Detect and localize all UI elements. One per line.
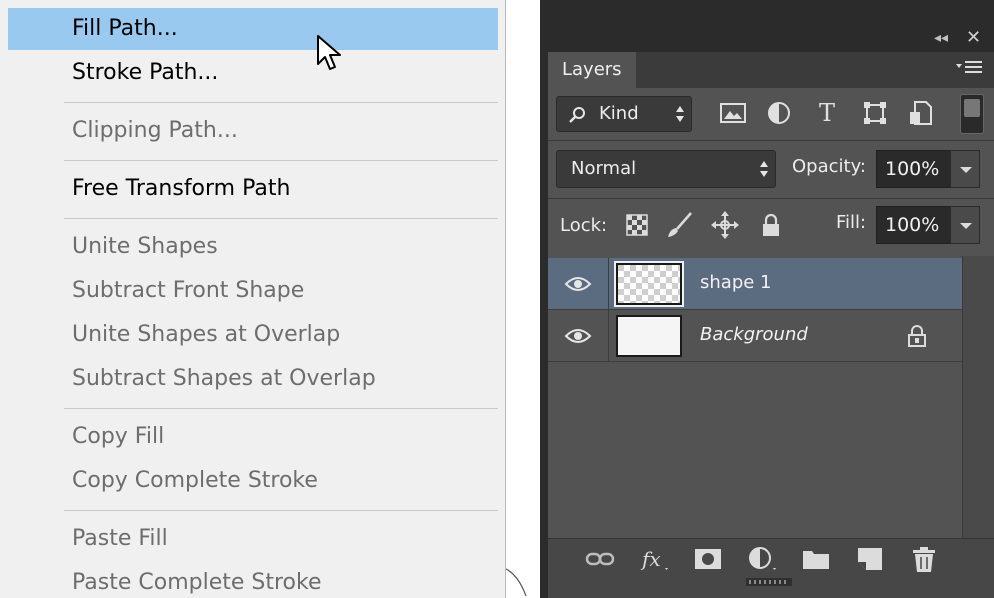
panel-title-bar[interactable] <box>548 24 994 52</box>
opacity-dropdown-button[interactable] <box>950 150 980 188</box>
fill-label: Fill: <box>836 212 867 233</box>
layer-row-background[interactable]: Background <box>548 310 962 362</box>
filter-kind-select[interactable]: Kind <box>556 96 692 132</box>
opacity-input[interactable]: 100% <box>876 150 952 188</box>
menu-separator <box>64 218 498 219</box>
new-layer-icon[interactable] <box>854 544 886 574</box>
link-layers-icon[interactable] <box>584 544 616 574</box>
lock-image-pixels-icon[interactable] <box>664 210 694 240</box>
new-group-icon[interactable] <box>800 544 832 574</box>
menu-item-unite-shapes: Unite Shapes <box>72 234 218 259</box>
menu-separator <box>64 510 498 511</box>
filter-toggle-knob <box>964 99 980 117</box>
menu-item-copy-complete-stroke: Copy Complete Stroke <box>72 468 318 493</box>
blend-mode-select[interactable]: Normal <box>556 150 776 188</box>
panel-divider <box>548 198 994 199</box>
path-context-menu: Fill Path... Stroke Path... Clipping Pat… <box>0 0 506 598</box>
panel-menu-icon[interactable] <box>954 58 984 78</box>
mouse-pointer-icon <box>317 35 341 70</box>
fill-input[interactable]: 100% <box>876 206 952 244</box>
menu-item-clipping-path: Clipping Path... <box>72 118 238 143</box>
menu-item-paste-fill: Paste Fill <box>72 526 168 551</box>
search-icon <box>569 107 585 123</box>
add-mask-icon[interactable] <box>692 544 724 574</box>
smart-object-filter-icon[interactable] <box>906 98 936 128</box>
up-down-arrows-icon <box>760 161 768 177</box>
menu-item-fill-path[interactable]: Fill Path... <box>8 8 498 50</box>
menu-item-free-transform-path[interactable]: Free Transform Path <box>8 168 498 210</box>
lock-all-icon[interactable] <box>756 210 786 240</box>
menu-item-subtract-front-shape: Subtract Front Shape <box>72 278 305 303</box>
dropdown-arrow-icon <box>960 167 972 173</box>
shape-filter-icon[interactable] <box>860 98 890 128</box>
type-filter-icon[interactable]: T <box>812 98 842 128</box>
lock-label: Lock: <box>560 215 608 236</box>
opacity-label: Opacity: <box>792 156 866 177</box>
dropdown-arrow-icon <box>960 223 972 229</box>
filter-kind-label: Kind <box>599 103 639 124</box>
tab-layers[interactable]: Layers <box>548 52 636 88</box>
svg-text:fx: fx <box>640 547 661 571</box>
menu-item-subtract-shapes-at-overlap: Subtract Shapes at Overlap <box>72 366 376 391</box>
blend-mode-value: Normal <box>571 158 637 179</box>
resize-grip-icon[interactable] <box>746 578 792 586</box>
menu-separator <box>64 102 498 103</box>
menu-item-paste-complete-stroke: Paste Complete Stroke <box>72 570 322 595</box>
visibility-eye-icon[interactable] <box>564 326 592 346</box>
fill-dropdown-button[interactable] <box>950 206 980 244</box>
layer-name[interactable]: shape 1 <box>700 272 772 293</box>
menu-item-unite-shapes-at-overlap: Unite Shapes at Overlap <box>72 322 341 347</box>
menu-separator <box>64 160 498 161</box>
svg-text:T: T <box>819 99 835 127</box>
layer-thumbnail-transparent <box>614 261 684 307</box>
adjustment-layer-icon[interactable] <box>746 544 778 574</box>
menu-item-copy-fill: Copy Fill <box>72 424 165 449</box>
delete-layer-icon[interactable] <box>908 544 940 574</box>
lock-transparent-pixels-icon[interactable] <box>622 210 652 240</box>
adjustment-filter-icon[interactable] <box>764 98 794 128</box>
layer-row-shape-1[interactable]: shape 1 <box>548 258 962 310</box>
menu-item-stroke-path[interactable]: Stroke Path... <box>8 52 498 94</box>
layer-thumbnail-white <box>616 315 682 357</box>
layer-visibility-separator <box>608 310 609 362</box>
pixel-filter-icon[interactable] <box>718 98 748 128</box>
collapse-panel-icon[interactable]: ◂◂ <box>934 30 948 46</box>
layers-scrollbar[interactable] <box>962 256 994 538</box>
up-down-arrows-icon <box>676 106 684 122</box>
layer-name[interactable]: Background <box>700 324 808 345</box>
layer-locked-icon[interactable] <box>906 324 928 348</box>
menu-separator <box>64 408 498 409</box>
fx-icon[interactable]: fx <box>638 544 670 574</box>
lock-position-icon[interactable] <box>710 210 740 240</box>
canvas-path-stroke <box>503 567 527 597</box>
layer-visibility-separator <box>608 258 609 310</box>
visibility-eye-icon[interactable] <box>564 274 592 294</box>
panel-divider <box>548 140 994 141</box>
close-panel-icon[interactable]: ✕ <box>966 27 981 48</box>
filter-toggle-switch[interactable] <box>960 94 984 134</box>
